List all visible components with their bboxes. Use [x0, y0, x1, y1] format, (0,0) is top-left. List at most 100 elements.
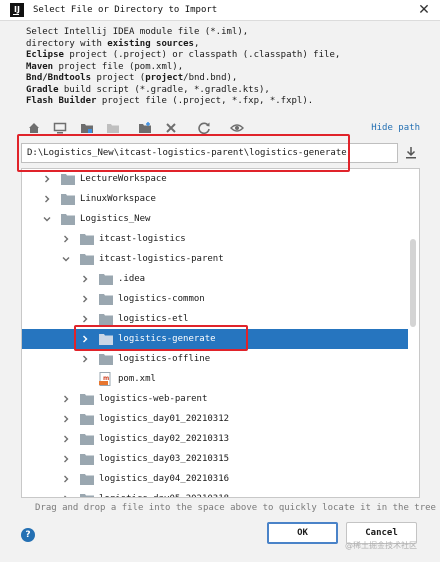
tree-row-label: LinuxWorkspace [80, 194, 156, 204]
folder-icon [99, 354, 113, 365]
desc-text: directory with [26, 38, 108, 49]
chevron-right-icon[interactable] [61, 434, 71, 444]
folder-icon [80, 474, 94, 485]
tree-row[interactable]: m pom.xml [22, 369, 408, 389]
tree-row-label: logistics_day02_20210313 [99, 434, 230, 444]
folder-icon [61, 174, 75, 185]
desc-text: project (.project) or classpath (.classp… [63, 50, 341, 60]
drag-drop-hint: Drag and drop a file into the space abov… [35, 503, 436, 513]
project-folder-icon[interactable] [80, 121, 94, 135]
watermark: @稀土掘金技术社区 [345, 541, 417, 550]
desc-bold: Maven [26, 61, 54, 72]
folder-icon [99, 314, 113, 325]
desktop-icon[interactable] [53, 121, 67, 135]
folder-icon [80, 434, 94, 445]
desc-bold: Bnd/Bndtools [26, 73, 92, 83]
tree-row-label: pom.xml [118, 374, 156, 384]
tree-row-label: .idea [118, 274, 146, 284]
folder-icon [80, 254, 94, 265]
folder-icon [80, 394, 94, 405]
tree-row[interactable]: logistics_day03_20210315 [22, 449, 408, 469]
home-icon[interactable] [27, 121, 41, 135]
tree-row[interactable]: .idea [22, 269, 408, 289]
chevron-right-icon[interactable] [61, 494, 71, 498]
svg-text:m: m [103, 375, 109, 382]
tree-row[interactable]: logistics-common [22, 289, 408, 309]
chevron-right-icon[interactable] [61, 454, 71, 464]
new-folder-icon[interactable] [138, 121, 152, 135]
desc-bold: Gradle [26, 84, 59, 95]
show-hidden-icon[interactable] [230, 121, 244, 135]
tree-row-label: Logistics_New [80, 214, 151, 224]
desc-text: , [193, 38, 200, 49]
intellij-logo-icon: IJ [10, 3, 24, 17]
tree-row[interactable]: LectureWorkspace [22, 169, 408, 189]
close-button[interactable]: ✕ [408, 0, 440, 20]
desc-line: Select Intellij IDEA module file (*.iml)… [26, 27, 249, 37]
chevron-right-icon[interactable] [61, 234, 71, 244]
desc-bold: Flash Builder [26, 96, 97, 106]
folder-icon [80, 494, 94, 497]
tree-row[interactable]: LinuxWorkspace [22, 189, 408, 209]
annotation-box-path [17, 134, 350, 172]
chevron-right-icon[interactable] [80, 314, 90, 324]
tree-row-label: logistics-web-parent [99, 394, 208, 404]
chevron-right-icon[interactable] [61, 394, 71, 404]
chevron-right-icon[interactable] [61, 414, 71, 424]
folder-icon [99, 294, 113, 305]
tree-row[interactable]: logistics_day05_20210318 [22, 489, 408, 498]
chevron-right-icon[interactable] [42, 174, 52, 184]
tree-row[interactable]: logistics_day02_20210313 [22, 429, 408, 449]
tree-row-label: itcast-logistics [99, 234, 186, 244]
tree-row-label: logistics_day05_20210318 [99, 494, 229, 497]
desc-text: /bnd.bnd), [183, 73, 238, 83]
tree-row-label: logistics_day03_20210315 [99, 454, 230, 464]
tree-row[interactable]: logistics_day01_20210312 [22, 409, 408, 429]
desc-text: project file (.project, *.fxp, *.fxpl). [96, 96, 314, 106]
download-icon[interactable] [404, 146, 418, 160]
tree-row[interactable]: logistics-offline [22, 349, 408, 369]
tree-row-label: itcast-logistics-parent [99, 254, 224, 264]
tree-row[interactable]: logistics_day04_20210316 [22, 469, 408, 489]
tree-row-label: logistics-common [118, 294, 205, 304]
chevron-right-icon[interactable] [80, 354, 90, 364]
chevron-right-icon[interactable] [42, 194, 52, 204]
annotation-box-selected [74, 325, 248, 351]
description-text: Select Intellij IDEA module file (*.iml)… [26, 27, 340, 108]
tree-row[interactable]: itcast-logistics [22, 229, 408, 249]
desc-text: project file (pom.xml), [53, 61, 184, 72]
title-bar: IJ Select File or Directory to Import ✕ [0, 0, 440, 21]
delete-icon[interactable] [164, 121, 178, 135]
ok-button[interactable]: OK [267, 522, 338, 544]
module-folder-icon[interactable] [106, 121, 120, 135]
tree-row-label: logistics-etl [118, 314, 189, 324]
tree-row-label: logistics_day01_20210312 [99, 414, 230, 424]
folder-icon [80, 414, 94, 425]
desc-bold: Eclipse [26, 50, 64, 60]
tree-row[interactable]: logistics-web-parent [22, 389, 408, 409]
desc-text: build script (*.gradle, *.gradle.kts), [58, 84, 270, 95]
folder-icon [80, 454, 94, 465]
folder-icon [61, 214, 75, 225]
folder-icon [61, 194, 75, 205]
chevron-down-icon[interactable] [42, 214, 52, 224]
hide-path-link[interactable]: Hide path [371, 123, 420, 133]
tree-row-label: LectureWorkspace [80, 174, 167, 184]
desc-text: project ( [91, 73, 146, 83]
chevron-right-icon[interactable] [80, 294, 90, 304]
folder-icon [80, 234, 94, 245]
tree-row-label: logistics_day04_20210316 [99, 474, 230, 484]
refresh-icon[interactable] [197, 121, 211, 135]
chevron-down-icon[interactable] [61, 254, 71, 264]
tree-scrollbar-thumb[interactable] [410, 239, 416, 327]
desc-bold: project [145, 73, 184, 83]
dialog-title: Select File or Directory to Import [33, 5, 218, 15]
chevron-right-icon[interactable] [80, 274, 90, 284]
folder-icon [99, 274, 113, 285]
tree-row[interactable]: itcast-logistics-parent [22, 249, 408, 269]
desc-bold: existing sources [107, 38, 194, 49]
tree-row-label: logistics-offline [118, 354, 211, 364]
tree-row[interactable]: Logistics_New [22, 209, 408, 229]
help-button[interactable]: ? [21, 528, 35, 542]
chevron-right-icon[interactable] [61, 474, 71, 484]
